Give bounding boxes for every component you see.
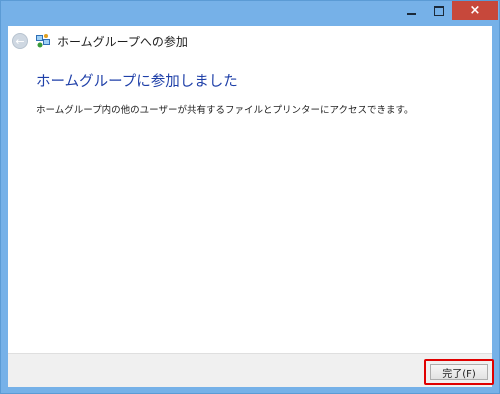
finish-button[interactable]: 完了(F) xyxy=(430,364,488,380)
minimize-icon xyxy=(407,12,416,15)
title-bar[interactable]: × xyxy=(1,1,499,25)
back-arrow-icon: ← xyxy=(15,34,25,48)
maximize-icon xyxy=(433,5,444,16)
homegroup-icon xyxy=(36,34,50,48)
highlight-box: 完了(F) xyxy=(424,359,494,385)
main-content: ホームグループに参加しました ホームグループ内の他のユーザーが共有するファイルと… xyxy=(8,57,492,353)
maximize-button[interactable] xyxy=(425,1,452,20)
navigation-bar: ← ホームグループへの参加 xyxy=(8,26,492,57)
minimize-button[interactable] xyxy=(398,1,425,20)
page-heading: ホームグループに参加しました xyxy=(36,74,238,90)
close-button[interactable]: × xyxy=(452,1,498,20)
dialog-window: × ← ホームグループへの参加 ホームグループに参加しました ホームグループ内の… xyxy=(0,0,500,394)
window-title: ホームグループへの参加 xyxy=(57,35,188,49)
button-bar: 完了(F) xyxy=(8,353,494,387)
description-text: ホームグループ内の他のユーザーが共有するファイルとプリンターにアクセスできます。 xyxy=(36,105,414,116)
back-button[interactable]: ← xyxy=(12,33,28,49)
window-border-bottom xyxy=(1,387,499,393)
close-icon: × xyxy=(469,3,481,18)
